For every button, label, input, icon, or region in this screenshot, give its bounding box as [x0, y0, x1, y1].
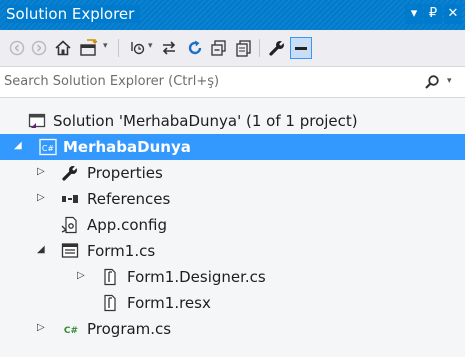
- wrench-icon: [61, 164, 79, 182]
- references-icon: [61, 190, 79, 208]
- svg-text:C#: C#: [64, 326, 78, 336]
- pending-changes-icon[interactable]: [126, 37, 148, 59]
- preview-toggle-button[interactable]: [290, 37, 312, 59]
- tree-item-label: References: [87, 190, 171, 208]
- collapse-all-icon[interactable]: [208, 37, 230, 59]
- toolbar: ▾ ▾: [0, 30, 465, 67]
- tree-item-form1-designer[interactable]: ▷ Form1.Designer.cs: [0, 264, 465, 290]
- tree-item-app-config[interactable]: App.config: [0, 212, 465, 238]
- cs-file-icon: [101, 268, 119, 286]
- close-button[interactable]: ✕: [444, 4, 462, 24]
- search-box[interactable]: Search Solution Explorer (Ctrl+ş) ▾: [0, 67, 465, 98]
- title-bar: Solution Explorer ▾ ₽ ✕: [0, 0, 465, 30]
- tree-item-project[interactable]: ◢ C# MerhabaDunya: [0, 134, 465, 160]
- expander-collapsed-icon[interactable]: ▷: [77, 270, 87, 282]
- tree-item-label: Form1.Designer.cs: [127, 268, 266, 286]
- forward-arrow-icon[interactable]: [28, 37, 50, 59]
- solution-explorer-window: Solution Explorer ▾ ₽ ✕ ▾ ▾ Search Solut…: [0, 0, 465, 357]
- tree-item-form1-resx[interactable]: Form1.resx: [0, 290, 465, 316]
- window-menu-button[interactable]: ▾: [405, 4, 423, 24]
- form-icon: [61, 242, 79, 260]
- search-icon[interactable]: [424, 74, 440, 94]
- tree-item-label: Program.cs: [87, 320, 172, 338]
- show-all-files-icon[interactable]: [233, 37, 255, 59]
- config-file-icon: [61, 216, 79, 234]
- tree-item-references[interactable]: ▷ References: [0, 186, 465, 212]
- toolbar-separator: [259, 39, 260, 57]
- toolbar-separator: [118, 39, 119, 57]
- csharp-file-icon: C#: [61, 320, 79, 338]
- csharp-project-icon: C#: [39, 138, 57, 156]
- tree-item-label: App.config: [87, 216, 167, 234]
- properties-wrench-icon[interactable]: [266, 37, 288, 59]
- tree-item-label: Form1.cs: [87, 242, 156, 260]
- tree-item-label: Form1.resx: [127, 294, 211, 312]
- search-options-dropdown[interactable]: ▾: [447, 76, 452, 86]
- expander-expanded-icon[interactable]: ◢: [37, 244, 47, 256]
- svg-text:C#: C#: [42, 144, 55, 153]
- tree-item-label: MerhabaDunya: [63, 138, 191, 156]
- home-icon[interactable]: [52, 37, 74, 59]
- tree-item-form1[interactable]: ◢ Form1.cs: [0, 238, 465, 264]
- pending-changes-dropdown[interactable]: ▾: [148, 41, 153, 51]
- resx-file-icon: [101, 294, 119, 312]
- switch-views-icon[interactable]: [78, 37, 100, 59]
- refresh-icon[interactable]: [184, 37, 206, 59]
- tree-item-properties[interactable]: ▷ Properties: [0, 160, 465, 186]
- pin-button[interactable]: ₽: [424, 4, 442, 24]
- expander-expanded-icon[interactable]: ◢: [14, 140, 24, 152]
- switch-views-dropdown[interactable]: ▾: [103, 41, 108, 51]
- tree-item-label: Properties: [87, 164, 163, 182]
- window-title: Solution Explorer: [6, 5, 141, 23]
- expander-collapsed-icon[interactable]: ▷: [37, 192, 47, 204]
- expander-collapsed-icon[interactable]: ▷: [37, 166, 47, 178]
- expander-collapsed-icon[interactable]: ▷: [37, 322, 47, 334]
- solution-icon: [28, 112, 46, 130]
- tree-item-label: Solution 'MerhabaDunya' (1 of 1 project): [53, 112, 358, 130]
- back-arrow-icon[interactable]: [6, 37, 28, 59]
- tree-item-program[interactable]: ▷ C# Program.cs: [0, 316, 465, 342]
- search-input[interactable]: Search Solution Explorer (Ctrl+ş): [4, 74, 219, 89]
- tree-item-solution[interactable]: Solution 'MerhabaDunya' (1 of 1 project): [0, 108, 465, 134]
- sync-icon[interactable]: [158, 37, 180, 59]
